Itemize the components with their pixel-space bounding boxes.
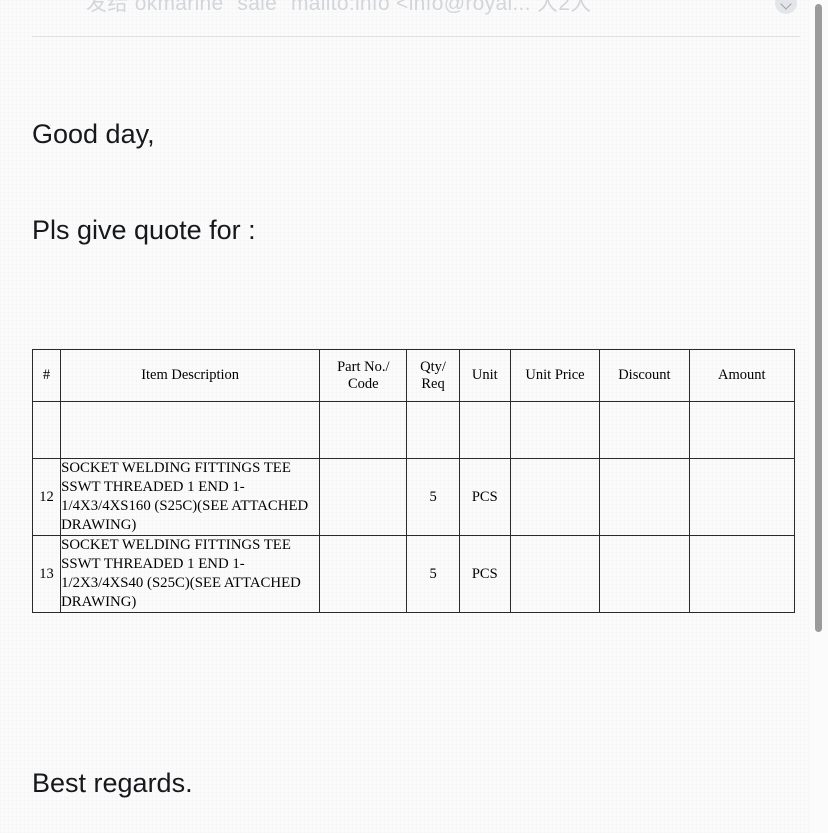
cell-discount (599, 535, 690, 613)
cell-description: SOCKET WELDING FITTINGS TEE SSWT THREADE… (60, 458, 321, 536)
vertical-scrollbar[interactable] (810, 0, 828, 833)
column-header-qty: Qty/ Req (406, 349, 460, 402)
cell-discount (599, 458, 690, 536)
quote-table: # Item Description Part No./ Code Qty/ R… (31, 349, 796, 613)
chevron-down-glyph (780, 0, 792, 10)
message-greeting: Good day, (32, 119, 155, 149)
cell-amount (688, 458, 796, 536)
cell-unit-price (509, 401, 601, 459)
cell-part-no (319, 458, 408, 536)
column-header-part-no-line1: Part No./ (337, 358, 390, 375)
column-header-part-no-line2: Code (347, 375, 379, 392)
cell-qty (406, 401, 460, 459)
table-row: 12 SOCKET WELDING FITTINGS TEE SSWT THRE… (31, 458, 796, 536)
header-divider (32, 36, 800, 37)
column-header-number: # (31, 349, 62, 402)
column-header-qty-line1: Qty/ (420, 358, 446, 375)
cell-unit-price (509, 458, 601, 536)
cell-qty: 5 (406, 458, 460, 536)
cell-unit (458, 401, 511, 459)
cell-description: SOCKET WELDING FITTINGS TEE SSWT THREADE… (60, 535, 321, 613)
cell-amount (688, 401, 796, 459)
table-row (31, 401, 796, 459)
cell-description (60, 401, 321, 459)
cell-unit: PCS (458, 535, 511, 613)
cell-part-no (319, 401, 408, 459)
cell-number: 13 (31, 535, 62, 613)
message-signoff: Best regards. (32, 768, 193, 798)
cell-number: 12 (31, 458, 62, 536)
quote-table-header: # Item Description Part No./ Code Qty/ R… (31, 349, 796, 402)
table-row: 13 SOCKET WELDING FITTINGS TEE SSWT THRE… (31, 535, 796, 613)
column-header-item-description: Item Description (60, 349, 321, 402)
column-header-unit: Unit (458, 349, 511, 402)
vertical-scrollbar-thumb[interactable] (815, 4, 822, 632)
chevron-down-icon[interactable] (775, 0, 797, 14)
column-header-unit-price: Unit Price (509, 349, 601, 402)
table-header-row: # Item Description Part No./ Code Qty/ R… (31, 349, 796, 402)
quoted-header-text: 发给 okmarine "sale" mailto:info <info@roy… (86, 0, 592, 15)
cell-number (31, 401, 62, 459)
email-message-page: 发给 okmarine "sale" mailto:info <info@roy… (0, 0, 828, 833)
cell-unit: PCS (458, 458, 511, 536)
cell-amount (688, 535, 796, 613)
column-header-amount: Amount (688, 349, 796, 402)
quoted-header-strip[interactable]: 发给 okmarine "sale" mailto:info <info@roy… (0, 0, 810, 17)
column-header-qty-line2: Req (421, 375, 445, 392)
message-request-line: Pls give quote for : (32, 215, 256, 245)
column-header-discount: Discount (599, 349, 690, 402)
quote-table-container: # Item Description Part No./ Code Qty/ R… (31, 349, 796, 613)
cell-discount (599, 401, 690, 459)
column-header-part-no: Part No./ Code (319, 349, 408, 402)
cell-unit-price (509, 535, 601, 613)
cell-qty: 5 (406, 535, 460, 613)
cell-part-no (319, 535, 408, 613)
quote-table-body: 12 SOCKET WELDING FITTINGS TEE SSWT THRE… (31, 401, 796, 613)
